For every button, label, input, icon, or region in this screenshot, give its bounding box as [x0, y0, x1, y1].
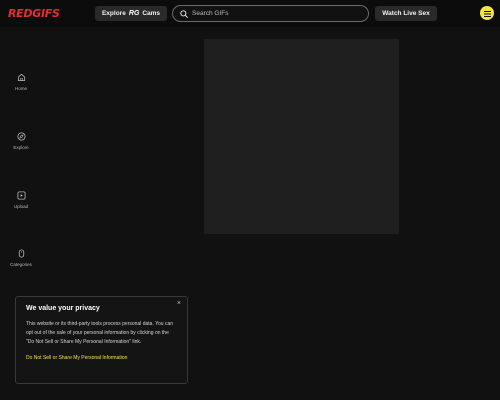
sidebar-item-categories[interactable]: Categories [0, 249, 42, 279]
search-bar[interactable] [172, 5, 369, 22]
gif-placeholder[interactable] [204, 39, 399, 234]
upload-icon [16, 191, 26, 200]
search-input[interactable] [192, 10, 362, 17]
mouse-icon [17, 249, 26, 258]
privacy-notice: × We value your privacy This website or … [15, 296, 188, 384]
top-header: REDGIFS Explore RG Cams Watch Live Sex [0, 0, 500, 27]
close-icon[interactable]: × [177, 300, 181, 307]
privacy-body: This website or its third-party tools pr… [26, 321, 174, 345]
compass-icon [16, 132, 26, 141]
sidebar-item-home[interactable]: Home [0, 73, 42, 103]
sidebar-item-label: Upload [13, 204, 29, 209]
cams-label: Cams [142, 10, 161, 17]
sidebar-item-label: Explore [13, 145, 29, 150]
sidebar-item-upload[interactable]: Upload [0, 191, 42, 221]
hamburger-menu-icon [483, 4, 491, 22]
sidebar-item-explore[interactable]: Explore [0, 132, 42, 162]
home-icon [17, 73, 26, 82]
redgifs-logo[interactable]: REDGIFS [8, 7, 60, 20]
search-icon [180, 9, 188, 18]
do-not-sell-link[interactable]: Do Not Sell or Share My Personal Informa… [26, 355, 127, 361]
explore-label: Explore [101, 10, 126, 17]
sidebar-item-label: Categories [10, 262, 32, 267]
sidebar-item-label: Home [14, 86, 27, 91]
explore-cams-button[interactable]: Explore RG Cams [95, 6, 167, 21]
rg-mark: RG [128, 10, 140, 17]
menu-button[interactable] [480, 6, 494, 20]
privacy-title: We value your privacy [26, 305, 100, 312]
watch-live-sex-button[interactable]: Watch Live Sex [375, 6, 437, 21]
